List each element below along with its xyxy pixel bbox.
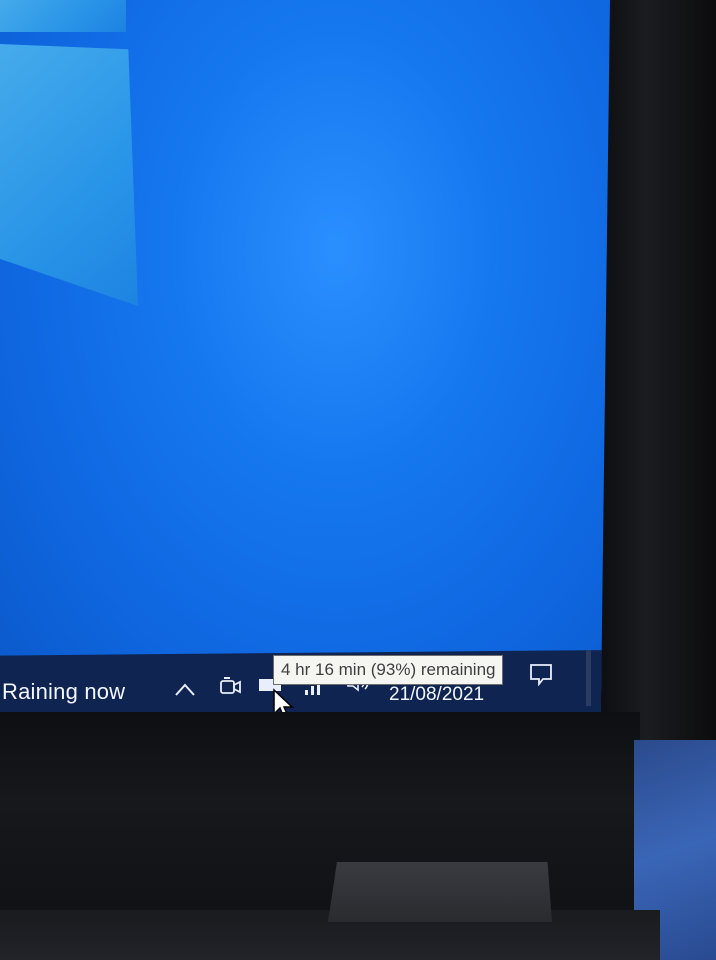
clock-date[interactable]: 21/08/2021 <box>389 684 484 706</box>
meet-now-icon[interactable] <box>218 675 242 699</box>
battery-tooltip: 4 hr 16 min (93%) remaining <box>273 655 504 685</box>
desktop[interactable] <box>0 0 610 712</box>
notification-icon[interactable] <box>528 662 554 686</box>
weather-widget[interactable]: Raining now <box>2 679 125 705</box>
laptop-bezel-right <box>600 0 716 740</box>
show-desktop-button[interactable] <box>586 650 591 706</box>
laptop-hinge <box>328 862 552 922</box>
windows-logo-pane <box>0 44 138 306</box>
windows-logo-pane-top <box>0 0 126 32</box>
chevron-up-icon[interactable] <box>174 681 196 697</box>
